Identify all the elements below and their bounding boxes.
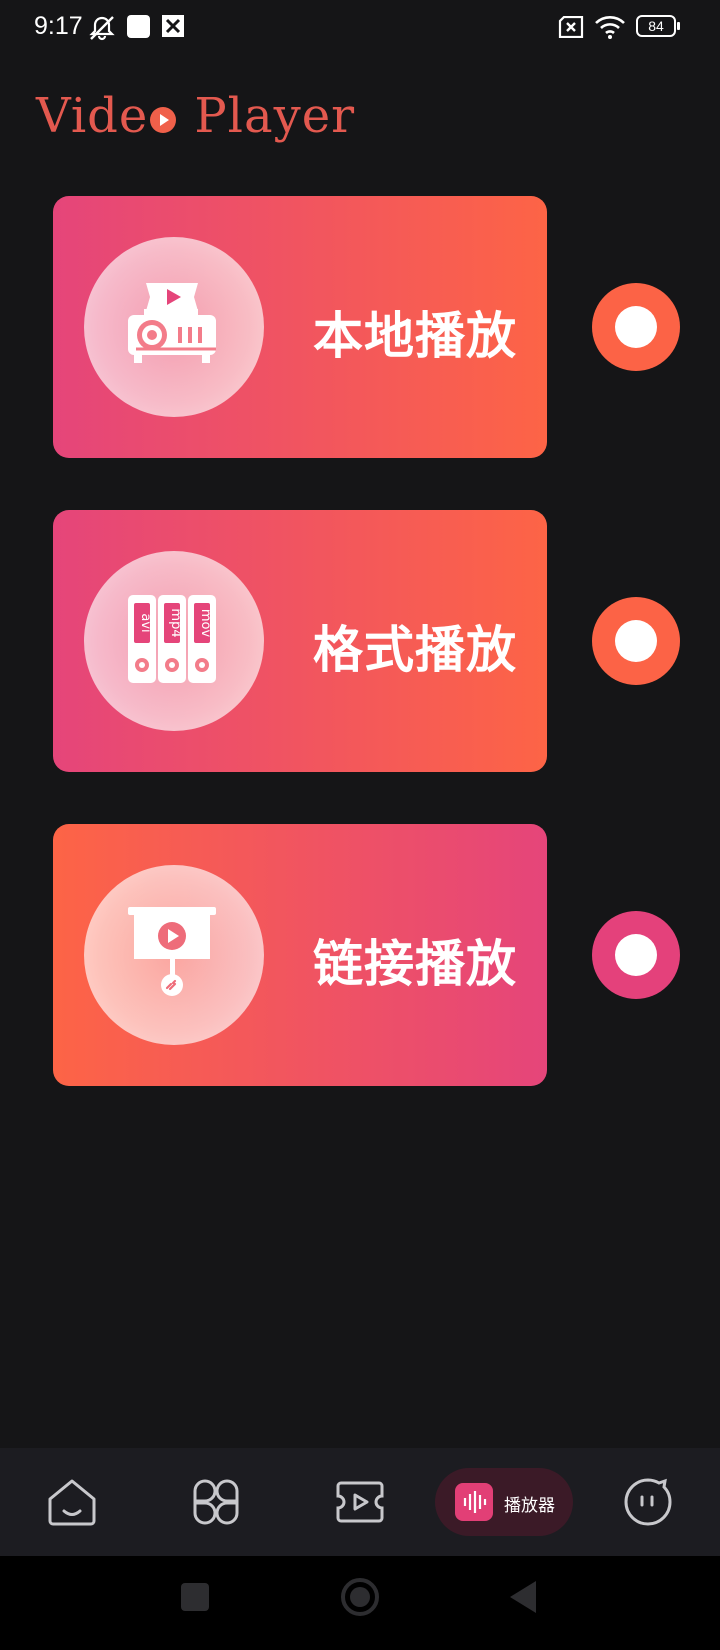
local-play-radio[interactable] bbox=[592, 283, 680, 371]
title-part1: Vide bbox=[36, 88, 149, 144]
app-icon bbox=[127, 15, 150, 38]
local-play-label: 本地播放 bbox=[313, 307, 517, 365]
home-icon bbox=[48, 1479, 96, 1526]
mute-icon bbox=[89, 16, 115, 41]
bottom-nav: 播放器 bbox=[0, 1448, 720, 1556]
home-button[interactable] bbox=[341, 1578, 379, 1616]
link-play-card[interactable]: 链接播放 bbox=[53, 824, 547, 1086]
profile-icon bbox=[624, 1478, 672, 1526]
link-play-circle bbox=[84, 865, 264, 1045]
local-play-card[interactable]: 本地播放 bbox=[53, 196, 547, 458]
status-time: 9:17 bbox=[34, 12, 83, 40]
video-icon bbox=[336, 1481, 384, 1523]
projector-icon bbox=[128, 283, 216, 363]
recents-button[interactable] bbox=[181, 1583, 209, 1611]
nav-home[interactable] bbox=[40, 1468, 104, 1536]
nav-profile[interactable] bbox=[616, 1468, 680, 1536]
nav-player[interactable]: 播放器 bbox=[435, 1468, 573, 1536]
battery-level: 84 bbox=[648, 18, 664, 34]
format-play-card[interactable]: avi mp4 mov 格式播放 bbox=[53, 510, 547, 772]
link-play-radio[interactable] bbox=[592, 911, 680, 999]
nav-player-label: 播放器 bbox=[504, 1496, 555, 1516]
local-play-circle bbox=[84, 237, 264, 417]
format-play-label: 格式播放 bbox=[313, 621, 517, 679]
apps-icon bbox=[193, 1479, 239, 1525]
download-icon bbox=[162, 15, 184, 37]
format-play-radio[interactable] bbox=[592, 597, 680, 685]
no-sim-icon bbox=[558, 16, 584, 38]
battery-icon: 84 bbox=[636, 15, 680, 37]
app-title: Vide Player bbox=[36, 88, 355, 144]
player-icon bbox=[455, 1483, 493, 1521]
format-mp4-text: mp4 bbox=[168, 608, 183, 637]
format-play-circle: avi mp4 mov bbox=[84, 551, 264, 731]
file-formats-icon: avi mp4 mov bbox=[128, 595, 216, 683]
format-mov-text: mov bbox=[198, 609, 213, 638]
wifi-icon bbox=[595, 16, 625, 39]
nav-video[interactable] bbox=[328, 1468, 392, 1536]
title-play-icon bbox=[150, 107, 177, 133]
format-avi-text: avi bbox=[138, 613, 153, 632]
link-screen-icon bbox=[128, 907, 216, 996]
status-bar: 9:17 84 bbox=[0, 0, 720, 56]
system-nav-bar bbox=[0, 1556, 720, 1650]
nav-apps[interactable] bbox=[184, 1468, 248, 1536]
title-part2: Player bbox=[194, 88, 356, 144]
link-play-label: 链接播放 bbox=[313, 935, 517, 993]
back-button[interactable] bbox=[508, 1579, 538, 1615]
